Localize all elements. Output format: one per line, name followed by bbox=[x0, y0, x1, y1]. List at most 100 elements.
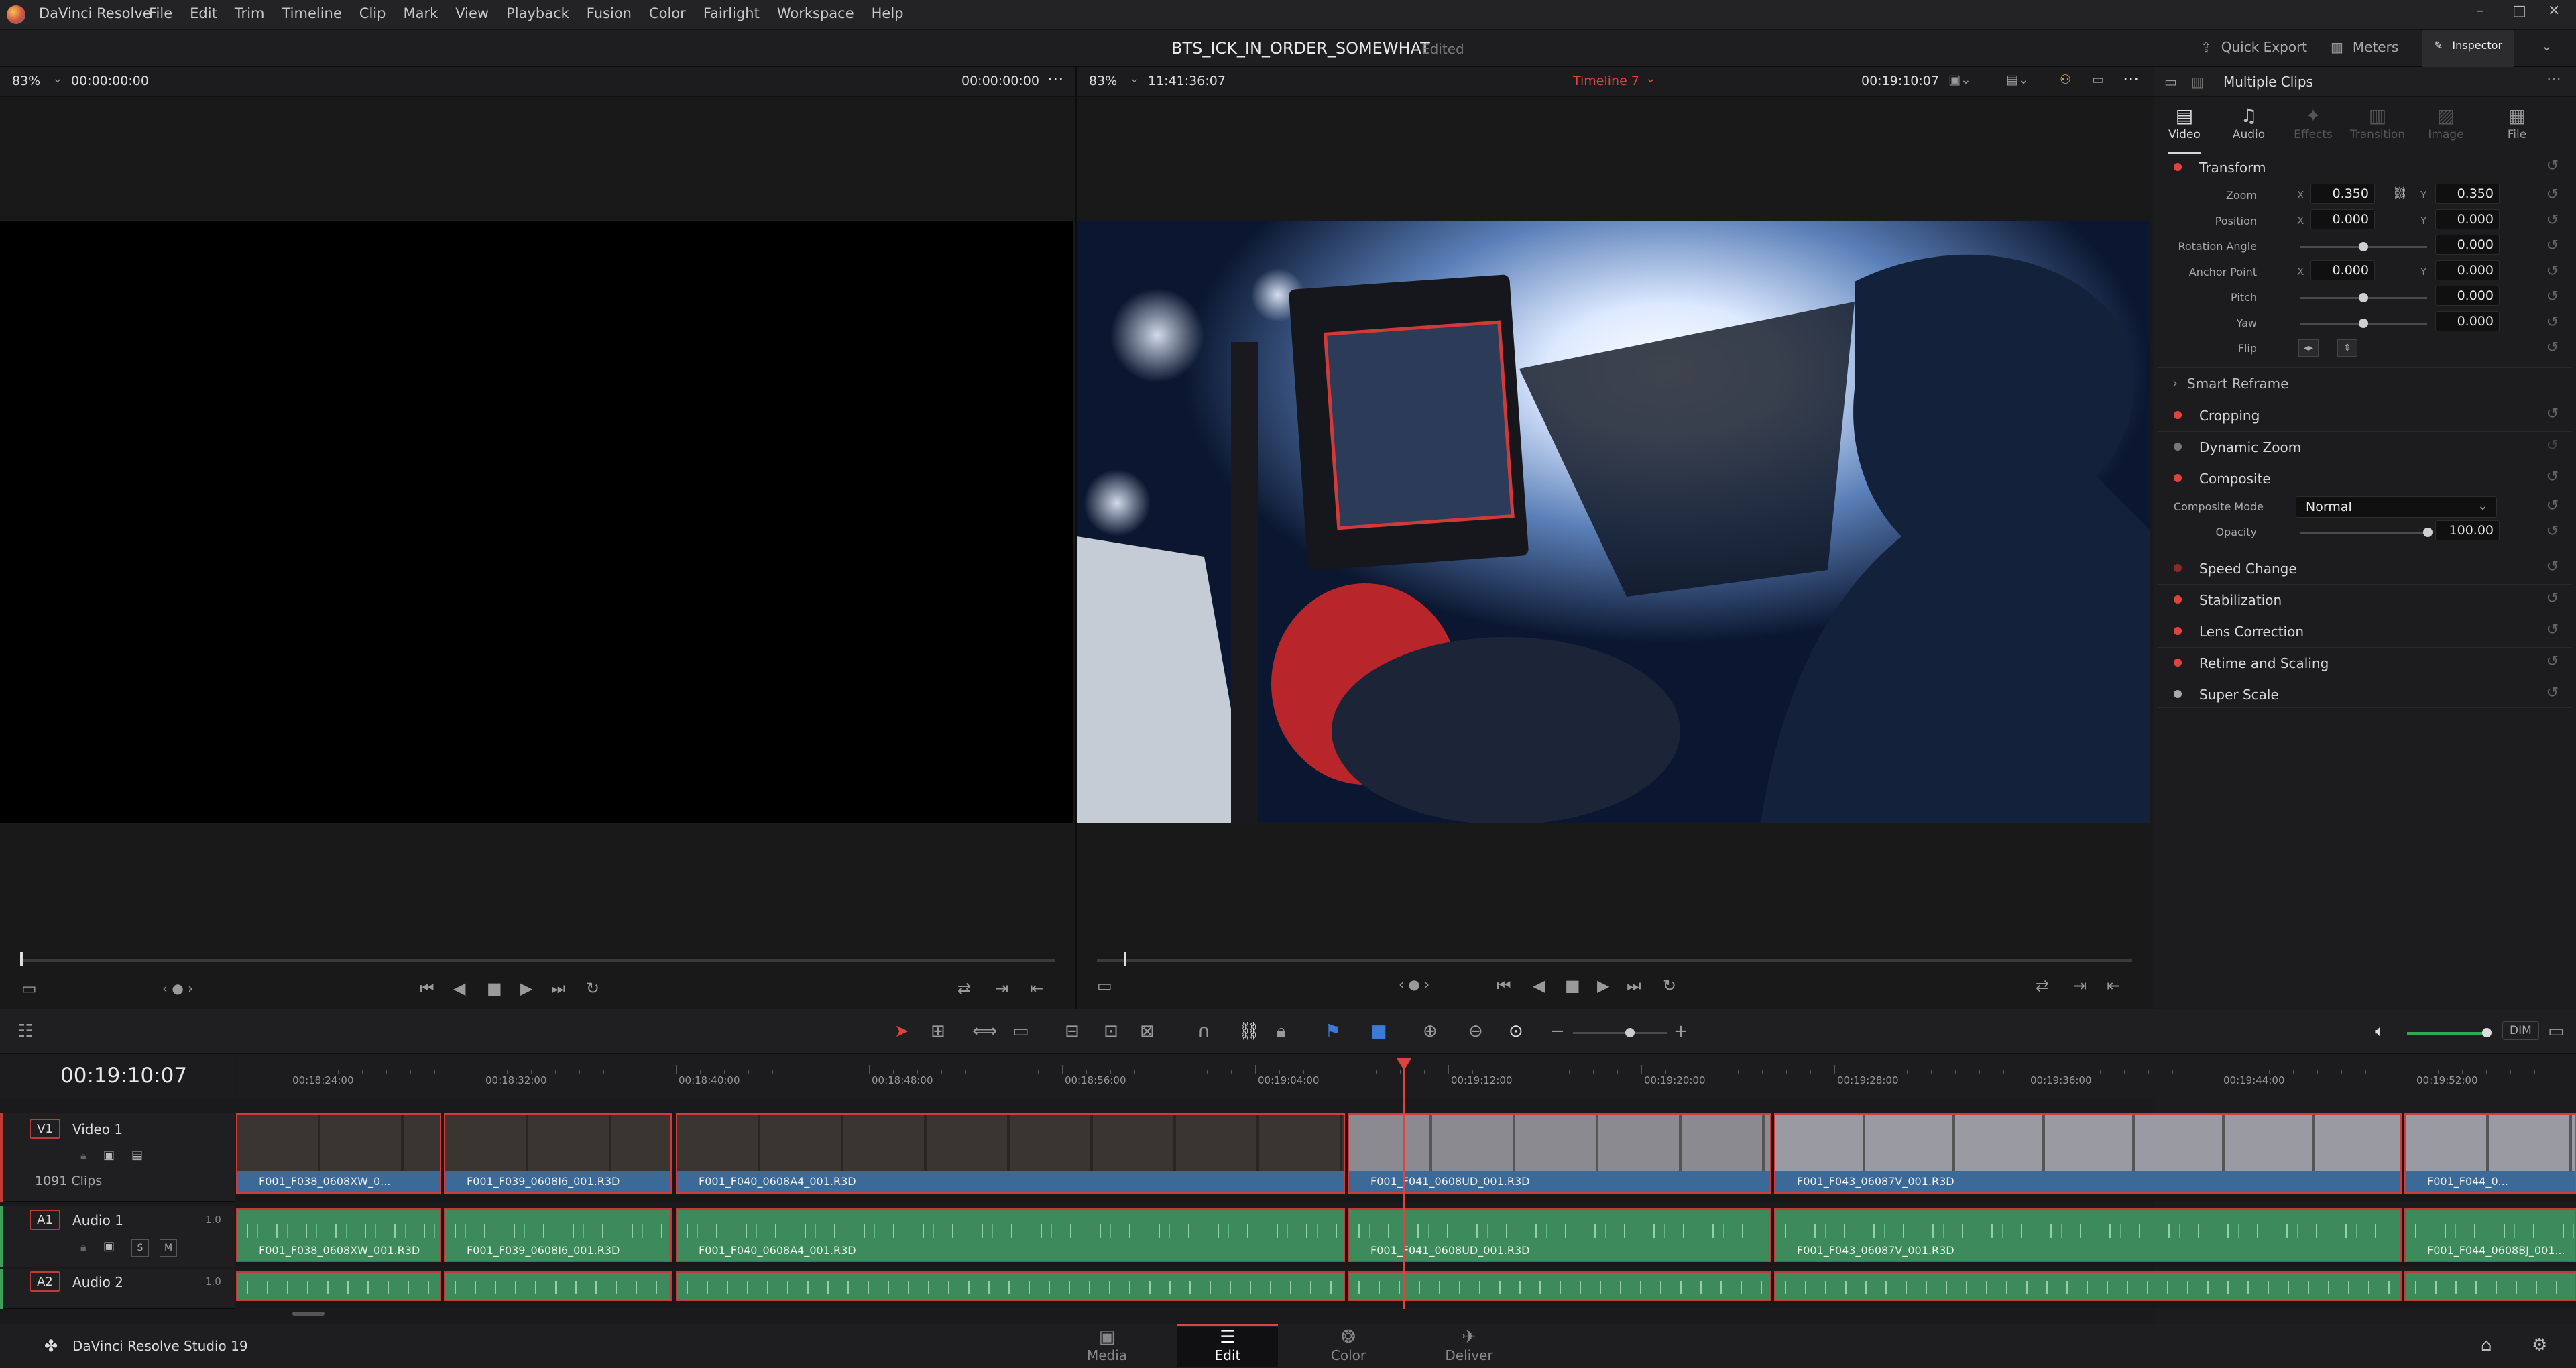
yaw-slider[interactable] bbox=[2300, 319, 2427, 328]
anchor-x-field[interactable]: 0.000 bbox=[2310, 260, 2375, 280]
more-options-icon[interactable]: ⋯ bbox=[2123, 70, 2139, 89]
menu-color[interactable]: Color bbox=[649, 5, 686, 21]
match-frame-icon[interactable]: ⇄ bbox=[957, 979, 971, 998]
enable-toggle[interactable] bbox=[2174, 411, 2182, 419]
reset-icon[interactable]: ↺ bbox=[2546, 590, 2559, 607]
pitch-slider[interactable] bbox=[2300, 293, 2427, 302]
timeline-selector[interactable]: Timeline 7 bbox=[1573, 74, 1639, 89]
section-dynamic-zoom[interactable]: Dynamic Zoom ↺ bbox=[2158, 431, 2572, 461]
mark-in-icon[interactable]: ⇥ bbox=[995, 979, 1008, 998]
tab-video[interactable]: ▤ Video bbox=[2154, 105, 2215, 154]
reset-icon[interactable]: ↺ bbox=[2546, 406, 2559, 422]
video-track-1[interactable]: F001_F038_0608XW_0... F001_F039_0608I6_0… bbox=[236, 1113, 2576, 1202]
audio-clip[interactable] bbox=[2404, 1271, 2576, 1301]
mute-button[interactable]: M bbox=[160, 1239, 177, 1257]
lock-icon[interactable]: 🔒︎ bbox=[1277, 1021, 1286, 1042]
zoom-out-icon[interactable]: − bbox=[1550, 1021, 1565, 1041]
more-icon[interactable]: ▭ bbox=[2548, 1021, 2565, 1041]
video-clip[interactable]: F001_F039_0608I6_001.R3D bbox=[444, 1113, 672, 1194]
enable-toggle[interactable] bbox=[2174, 595, 2182, 604]
pitch-field[interactable]: 0.000 bbox=[2435, 286, 2500, 306]
reset-icon[interactable]: ↺ bbox=[2546, 186, 2559, 203]
audio-clip[interactable] bbox=[676, 1271, 1345, 1301]
chevron-down-icon[interactable]: ⌄ bbox=[1129, 71, 1140, 86]
reset-icon[interactable]: ↺ bbox=[2546, 263, 2559, 280]
enable-toggle[interactable] bbox=[2174, 474, 2182, 482]
menu-file[interactable]: File bbox=[149, 5, 172, 21]
audio-track-2[interactable] bbox=[236, 1271, 2576, 1308]
stop-icon[interactable]: ■ bbox=[487, 979, 502, 998]
tab-effects[interactable]: ✦ Effects bbox=[2283, 105, 2343, 141]
reset-icon[interactable]: ↺ bbox=[2546, 314, 2559, 331]
enable-toggle[interactable] bbox=[2174, 443, 2182, 451]
video-clip[interactable]: F001_F043_06087V_001.R3D bbox=[1774, 1113, 2402, 1194]
dim-button[interactable]: DIM bbox=[2502, 1021, 2539, 1040]
quick-export-button[interactable]: ⇪ Quick Export bbox=[2201, 39, 2307, 55]
reset-icon[interactable]: ↺ bbox=[2546, 288, 2559, 305]
yaw-field[interactable]: 0.000 bbox=[2435, 311, 2500, 331]
page-color[interactable]: ❂ Color bbox=[1298, 1327, 1399, 1367]
go-to-end-icon[interactable]: ⏭ bbox=[1627, 976, 1641, 995]
audio-clip[interactable]: F001_F043_06087V_001.R3D bbox=[1774, 1208, 2402, 1262]
loop-icon[interactable]: ↻ bbox=[1663, 976, 1676, 995]
position-y-field[interactable]: 0.000 bbox=[2435, 209, 2500, 229]
jog-icon[interactable]: ‹ ● › bbox=[1399, 976, 1429, 992]
enable-toggle[interactable] bbox=[2174, 627, 2182, 635]
reset-icon[interactable]: ↺ bbox=[2546, 523, 2559, 540]
menu-fairlight[interactable]: Fairlight bbox=[703, 5, 760, 21]
page-deliver[interactable]: ✈ Deliver bbox=[1419, 1327, 1519, 1367]
loop-icon[interactable]: ↻ bbox=[586, 979, 599, 998]
tab-image[interactable]: ▨ Image bbox=[2416, 105, 2476, 141]
minimize-icon[interactable]: – bbox=[2476, 3, 2483, 19]
lock-icon[interactable]: 🔒︎ bbox=[80, 1241, 86, 1254]
blade-tool-icon[interactable]: ▭ bbox=[1012, 1021, 1029, 1041]
flag-icon[interactable]: ⚑ bbox=[1325, 1021, 1340, 1041]
auto-select-icon[interactable]: ▣ bbox=[103, 1148, 115, 1162]
solo-button[interactable]: S bbox=[131, 1239, 149, 1257]
reset-icon[interactable]: ↺ bbox=[2546, 498, 2559, 514]
speaker-icon[interactable]: 🔈︎ bbox=[2375, 1021, 2386, 1042]
viewer-mode-icon[interactable]: ▣⌄ bbox=[1948, 72, 1971, 87]
source-scrubber[interactable] bbox=[20, 959, 1055, 962]
menu-trim[interactable]: Trim bbox=[235, 5, 265, 21]
timeline-options-icon[interactable]: ☷ bbox=[17, 1021, 33, 1041]
section-stabilization[interactable]: Stabilization ↺ bbox=[2158, 584, 2572, 614]
split-icon[interactable]: ▥ bbox=[2191, 74, 2204, 90]
section-composite[interactable]: Composite ↺ bbox=[2158, 463, 2572, 492]
selection-tool-icon[interactable]: ➤ bbox=[894, 1021, 909, 1041]
insert-clip-icon[interactable]: ⊟ bbox=[1065, 1021, 1079, 1041]
section-transform[interactable]: Transform ↺ bbox=[2158, 152, 2572, 181]
marker-icon[interactable]: ■ bbox=[1370, 1021, 1387, 1041]
audio-clip[interactable] bbox=[1348, 1271, 1771, 1301]
go-to-start-icon[interactable]: ⏮ bbox=[420, 979, 434, 998]
play-icon[interactable]: ▶ bbox=[520, 979, 532, 998]
match-frame-icon[interactable]: ⇄ bbox=[2036, 976, 2049, 995]
tab-audio[interactable]: ♫ Audio bbox=[2219, 105, 2279, 141]
section-super-scale[interactable]: Super Scale ↺ bbox=[2158, 679, 2572, 708]
menu-mark[interactable]: Mark bbox=[403, 5, 438, 21]
track-tag-a2[interactable]: A2 bbox=[30, 1271, 60, 1292]
home-icon[interactable]: ⌂ bbox=[2481, 1335, 2492, 1355]
menu-help[interactable]: Help bbox=[872, 5, 904, 21]
audio-track-1[interactable]: F001_F038_0608XW_001.R3D F001_F039_0608I… bbox=[236, 1208, 2576, 1266]
audio-clip[interactable]: F001_F039_0608I6_001.R3D bbox=[444, 1208, 672, 1262]
audio-clip[interactable] bbox=[236, 1271, 441, 1301]
mark-out-icon[interactable]: ⇤ bbox=[2107, 976, 2120, 995]
go-to-start-icon[interactable]: ⏮ bbox=[1497, 976, 1511, 995]
opacity-field[interactable]: 100.00 bbox=[2435, 520, 2500, 540]
reset-icon[interactable]: ↺ bbox=[2546, 559, 2559, 575]
slider-knob[interactable] bbox=[2359, 242, 2368, 251]
track-tag-a1[interactable]: A1 bbox=[30, 1210, 60, 1230]
menu-fusion[interactable]: Fusion bbox=[587, 5, 632, 21]
zoom-in-icon[interactable]: + bbox=[1674, 1021, 1688, 1041]
play-reverse-icon[interactable]: ◀ bbox=[453, 979, 465, 998]
menu-view[interactable]: View bbox=[455, 5, 489, 21]
menu-playback[interactable]: Playback bbox=[506, 5, 569, 21]
view-options-icon[interactable]: ▭ bbox=[1097, 976, 1112, 995]
slider-knob[interactable] bbox=[1625, 1028, 1635, 1037]
mark-in-icon[interactable]: ⇥ bbox=[2073, 976, 2087, 995]
section-cropping[interactable]: Cropping ↺ bbox=[2158, 400, 2572, 429]
chevron-down-icon[interactable]: ⌄ bbox=[52, 71, 63, 86]
menu-workspace[interactable]: Workspace bbox=[777, 5, 854, 21]
play-icon[interactable]: ▶ bbox=[1597, 976, 1609, 995]
